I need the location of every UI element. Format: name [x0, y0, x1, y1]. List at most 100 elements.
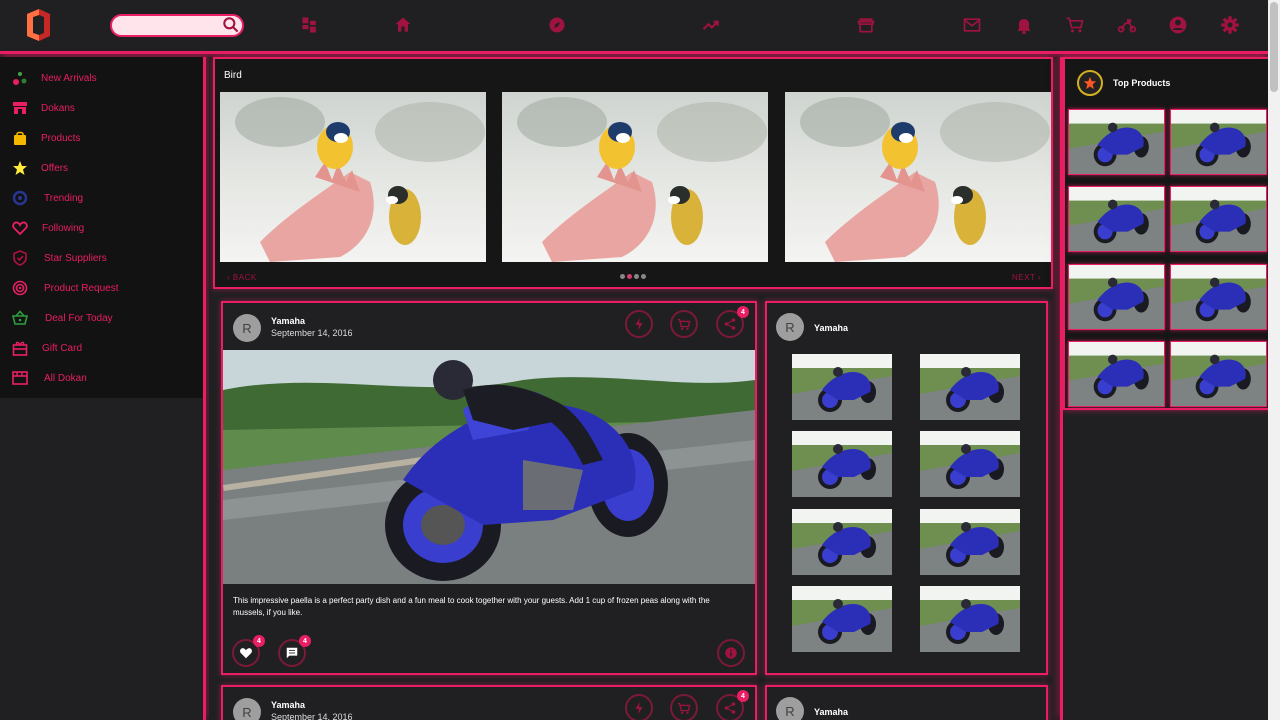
carousel-back-label: BACK	[232, 273, 257, 282]
share-count-badge: 4	[737, 306, 749, 318]
lightning-icon	[635, 317, 643, 331]
sidebar-item-label: Product Request	[44, 282, 119, 294]
comment-icon	[286, 647, 298, 659]
top-product-thumbnail[interactable]	[1170, 264, 1267, 330]
sidebar-item-all-dokan[interactable]: All Dokan	[0, 363, 203, 393]
info-button[interactable]	[717, 639, 745, 667]
top-products-title: Top Products	[1113, 78, 1171, 88]
trending-icon	[12, 190, 28, 206]
post-date: September 14, 2016	[271, 712, 353, 720]
product-thumbnail[interactable]	[792, 586, 892, 652]
sidebar-item-label: New Arrivals	[41, 72, 97, 84]
mail-icon[interactable]	[962, 15, 982, 35]
carousel-dot[interactable]	[634, 274, 639, 279]
avatar[interactable]: R	[776, 313, 804, 341]
avatar[interactable]: R	[233, 314, 261, 342]
sidebar-item-trending[interactable]: Trending	[0, 183, 203, 213]
carousel-image[interactable]	[785, 92, 1051, 262]
product-thumbnail[interactable]	[920, 431, 1020, 497]
account-icon[interactable]	[1168, 15, 1188, 35]
heart-icon	[240, 648, 252, 659]
product-thumbnail[interactable]	[920, 586, 1020, 652]
carousel-title: Bird	[224, 70, 242, 81]
sidebar-item-new-arrivals[interactable]: New Arrivals	[0, 63, 203, 93]
new-arrivals-icon	[12, 70, 28, 86]
star-icon	[12, 160, 28, 176]
bell-icon[interactable]	[1014, 15, 1034, 35]
top-navigation-bar	[0, 0, 1268, 54]
sidebar-item-label: Products	[41, 132, 81, 144]
settings-icon[interactable]	[1220, 15, 1240, 35]
store-icon[interactable]	[856, 15, 876, 35]
gift-icon	[12, 340, 28, 356]
basket-icon	[11, 310, 29, 326]
trending-icon[interactable]	[701, 15, 721, 35]
shopping-bag-icon	[12, 130, 28, 146]
avatar[interactable]: R	[233, 698, 261, 720]
top-product-thumbnail[interactable]	[1170, 109, 1267, 175]
search-icon[interactable]	[221, 15, 241, 35]
cart-icon	[677, 318, 691, 330]
carousel-back-button[interactable]: ‹ BACK	[227, 273, 257, 282]
carousel-next-button[interactable]: NEXT ›	[1012, 273, 1041, 282]
sidebar-item-gift-card[interactable]: Gift Card	[0, 333, 203, 363]
product-thumbnail[interactable]	[792, 431, 892, 497]
post-date: September 14, 2016	[271, 328, 353, 338]
sidebar-item-following[interactable]: Following	[0, 213, 203, 243]
avatar[interactable]: R	[776, 697, 804, 720]
carousel-image[interactable]	[502, 92, 768, 262]
gallery-card-author: Yamaha	[814, 707, 849, 717]
carousel-dot[interactable]	[641, 274, 646, 279]
sidebar-item-offers[interactable]: Offers	[0, 153, 203, 183]
top-product-thumbnail[interactable]	[1170, 186, 1267, 252]
sidebar-item-dokans[interactable]: Dokans	[0, 93, 203, 123]
sidebar-item-star-suppliers[interactable]: Star Suppliers	[0, 243, 203, 273]
explore-icon[interactable]	[547, 15, 567, 35]
quick-action-button[interactable]	[625, 694, 653, 720]
product-thumbnail[interactable]	[920, 509, 1020, 575]
image-carousel: Bird ‹ BACK NEXT ›	[213, 57, 1053, 289]
shield-icon	[12, 250, 28, 266]
post-image[interactable]	[223, 350, 755, 584]
top-product-thumbnail[interactable]	[1068, 109, 1165, 175]
add-to-cart-button[interactable]	[670, 694, 698, 720]
page-scrollbar[interactable]	[1268, 0, 1280, 720]
product-thumbnail[interactable]	[792, 509, 892, 575]
target-icon	[12, 280, 28, 296]
product-gallery-card: R Yamaha	[765, 301, 1048, 675]
top-product-thumbnail[interactable]	[1170, 341, 1267, 407]
carousel-image[interactable]	[220, 92, 486, 262]
top-product-thumbnail[interactable]	[1068, 264, 1165, 330]
scrollbar-thumb[interactable]	[1270, 2, 1278, 92]
cart-icon[interactable]	[1065, 15, 1085, 35]
carousel-dot-active[interactable]	[627, 274, 632, 279]
home-icon[interactable]	[393, 15, 413, 35]
sidebar-item-label: All Dokan	[44, 372, 87, 384]
sidebar-item-product-request[interactable]: Product Request	[0, 273, 203, 303]
product-thumbnail[interactable]	[792, 354, 892, 420]
top-product-thumbnail[interactable]	[1068, 186, 1165, 252]
sidebar-item-products[interactable]: Products	[0, 123, 203, 153]
sidebar-item-label: Trending	[44, 192, 84, 204]
lightning-icon	[635, 701, 643, 715]
carousel-dot[interactable]	[620, 274, 625, 279]
sidebar-item-deal-for-today[interactable]: Deal For Today	[0, 303, 203, 333]
delivery-bike-icon[interactable]	[1117, 15, 1137, 35]
logo-icon[interactable]	[23, 8, 53, 42]
add-to-cart-button[interactable]	[670, 310, 698, 338]
gallery-card-author: Yamaha	[814, 323, 849, 333]
share-icon	[724, 702, 736, 714]
apps-icon[interactable]	[300, 15, 320, 35]
sidebar: New Arrivals Dokans Products Offers Tren…	[0, 57, 206, 720]
top-product-thumbnail[interactable]	[1068, 341, 1165, 407]
sidebar-item-label: Offers	[41, 162, 69, 174]
post-author: Yamaha	[271, 700, 306, 710]
sidebar-item-label: Deal For Today	[45, 312, 113, 324]
quick-action-button[interactable]	[625, 310, 653, 338]
comment-count-badge: 4	[299, 635, 311, 647]
sidebar-item-label: Gift Card	[42, 342, 83, 354]
chevron-right-icon: ›	[1035, 273, 1042, 282]
product-thumbnail[interactable]	[920, 354, 1020, 420]
sidebar-item-label: Following	[42, 222, 85, 234]
app-page: New Arrivals Dokans Products Offers Tren…	[0, 0, 1280, 720]
